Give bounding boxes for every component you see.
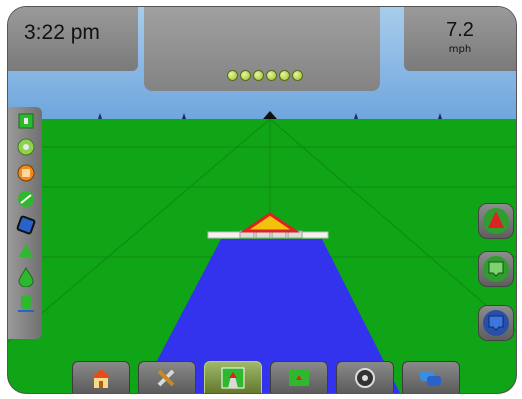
tools-icon <box>157 369 175 387</box>
led-icon <box>253 70 264 81</box>
zoom-out-button[interactable] <box>478 305 514 341</box>
zoom-in-button[interactable] <box>478 251 514 287</box>
gauge-button[interactable] <box>336 361 394 393</box>
vehicle-view-icon <box>483 208 509 234</box>
vehicle-view-button[interactable] <box>478 203 514 239</box>
status-toolbar <box>8 107 42 339</box>
clock-panel: 3:22 pm <box>8 7 138 71</box>
layers-icon <box>420 371 441 386</box>
led-icon <box>279 70 290 81</box>
guidance-view-button[interactable] <box>204 361 262 393</box>
clock-time: 3:22 pm <box>24 21 100 44</box>
guidance-mode-icon[interactable] <box>16 163 36 183</box>
speed-unit: mph <box>448 44 472 55</box>
heading-marker <box>263 111 277 119</box>
implement-status-icon[interactable] <box>16 293 36 313</box>
guidance-view-icon <box>221 367 245 389</box>
field-view-button[interactable] <box>270 361 328 393</box>
lightbar-panel <box>144 7 380 91</box>
field-boundary-icon[interactable] <box>16 111 36 131</box>
main-nav-bar <box>72 361 460 393</box>
tools-button[interactable] <box>138 361 196 393</box>
auto-steering-icon[interactable] <box>16 137 36 157</box>
layers-button[interactable] <box>402 361 460 393</box>
guidance-screen: 3:22 pm 7.2 mph <box>8 7 516 393</box>
application-rate-icon[interactable] <box>16 267 36 287</box>
speed-panel: 7.2 mph <box>404 7 516 71</box>
satellite-gps-icon[interactable] <box>16 189 36 209</box>
led-icon <box>292 70 303 81</box>
led-icon <box>240 70 251 81</box>
lightbar-leds <box>227 70 303 81</box>
field-view-icon <box>289 370 309 386</box>
led-icon <box>266 70 277 81</box>
home-icon <box>91 369 111 388</box>
boom-section-icon[interactable] <box>16 215 36 235</box>
zoom-out-icon <box>483 310 509 336</box>
vehicle-marker-icon[interactable] <box>16 241 36 261</box>
display-frame: 3:22 pm 7.2 mph <box>8 7 516 393</box>
home-button[interactable] <box>72 361 130 393</box>
speed-value: 7.2 <box>446 19 474 41</box>
led-icon <box>227 70 238 81</box>
gauge-icon <box>355 368 375 388</box>
vehicle-marker-icon <box>240 212 300 233</box>
zoom-in-icon <box>483 256 509 282</box>
